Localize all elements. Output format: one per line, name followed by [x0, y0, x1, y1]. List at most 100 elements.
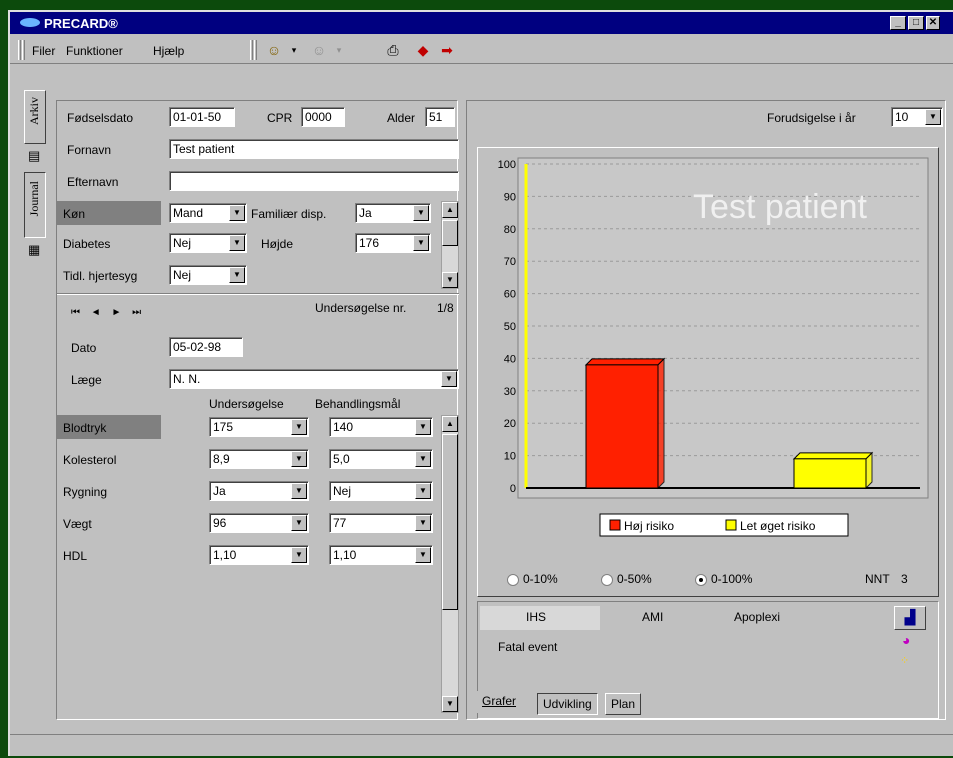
legend-swatch: [725, 519, 737, 531]
import-icon[interactable]: ◆: [414, 41, 432, 59]
scale-option-label: 0-10%: [523, 572, 558, 586]
chevron-down-icon[interactable]: ▼: [415, 515, 431, 531]
menu-functions[interactable]: Funktioner: [66, 44, 123, 58]
scatter-chart-icon[interactable]: ⁘: [900, 654, 909, 667]
exam-goal-select[interactable]: 5,0 ▼: [329, 449, 433, 469]
tab-grafer[interactable]: Grafer: [477, 691, 522, 713]
scroll-up-icon[interactable]: ▲: [442, 416, 458, 432]
outcome-ami[interactable]: AMI: [642, 610, 663, 624]
exam-goal-value: 77: [333, 516, 347, 530]
height-value: 176: [359, 236, 380, 250]
chevron-down-icon[interactable]: ▼: [291, 419, 307, 435]
cpr-field[interactable]: 0000: [301, 107, 345, 127]
pie-chart-icon[interactable]: ◕: [902, 632, 910, 648]
exam-goal-select[interactable]: 1,10 ▼: [329, 545, 433, 565]
height-select[interactable]: 176 ▼: [355, 233, 431, 253]
family-select[interactable]: Ja ▼: [355, 203, 431, 223]
birthdate-field[interactable]: 01-01-50: [169, 107, 235, 127]
exam-goal-select[interactable]: 77 ▼: [329, 513, 433, 533]
tab-plan[interactable]: Plan: [605, 693, 642, 715]
legend-label: Let øget risiko: [740, 519, 816, 533]
chart-title: Test patient: [693, 188, 867, 226]
chart-frame: 0 10 20 30 40 50 60 70 80 90 100 Test patient Høj ri…: [477, 147, 939, 597]
bar-side: [865, 451, 873, 490]
exam-row-label: Blodtryk: [63, 421, 107, 435]
chevron-down-icon[interactable]: ▼: [229, 235, 245, 251]
scale-radio-2[interactable]: [695, 574, 707, 586]
doctor-select[interactable]: N. N. ▼: [169, 369, 459, 389]
exam-exam-value: 8,9: [213, 452, 230, 466]
scroll-down-icon[interactable]: ▼: [442, 696, 458, 712]
scroll-down-icon[interactable]: ▼: [442, 272, 458, 288]
date-field[interactable]: 05-02-98: [169, 337, 243, 357]
sex-select[interactable]: Mand ▼: [169, 203, 247, 223]
exam-exam-select[interactable]: 8,9 ▼: [209, 449, 309, 469]
diabetes-select[interactable]: Nej ▼: [169, 233, 247, 253]
firstname-field[interactable]: Test patient: [169, 139, 459, 159]
chevron-down-icon[interactable]: ▼: [415, 451, 431, 467]
outcome-ihs[interactable]: IHS: [526, 610, 546, 624]
next-record-icon[interactable]: ►: [111, 307, 122, 318]
exam-scrollbar[interactable]: ▲ ▼: [441, 415, 459, 713]
prior-select[interactable]: Nej ▼: [169, 265, 247, 285]
chevron-down-icon[interactable]: ▼: [291, 483, 307, 499]
chevron-down-icon[interactable]: ▼: [291, 547, 307, 563]
patients-disabled-icon: ☺: [311, 42, 327, 58]
doctor-label: Læge: [71, 373, 102, 387]
chevron-down-icon[interactable]: ▼: [415, 547, 431, 563]
prev-record-icon[interactable]: ◄: [91, 307, 102, 318]
patient-scrollbar[interactable]: ▲ ▼: [441, 201, 459, 289]
first-record-icon[interactable]: ⏮: [71, 307, 81, 318]
menu-file[interactable]: Filer: [32, 44, 55, 58]
exam-exam-select[interactable]: 96 ▼: [209, 513, 309, 533]
tab-udvikling[interactable]: Udvikling: [537, 693, 598, 715]
age-label: Alder: [387, 111, 416, 125]
chevron-down-icon[interactable]: ▼: [441, 371, 457, 387]
export-icon[interactable]: ➡: [438, 41, 456, 59]
chevron-down-icon[interactable]: ▼: [925, 109, 941, 125]
bar-chart-icon[interactable]: ▟: [894, 606, 926, 630]
chevron-down-icon[interactable]: ▼: [415, 419, 431, 435]
chevron-down-icon[interactable]: ▼: [413, 235, 429, 251]
chevron-down-icon[interactable]: ▼: [229, 205, 245, 221]
chevron-down-icon[interactable]: ▼: [413, 205, 429, 221]
firstname-label: Fornavn: [67, 143, 112, 157]
chevron-down-icon[interactable]: ▼: [415, 483, 431, 499]
exam-number: 1/8: [437, 301, 454, 315]
age-field[interactable]: 51: [425, 107, 455, 127]
scroll-up-icon[interactable]: ▲: [442, 202, 458, 218]
date-label: Dato: [71, 341, 97, 355]
exam-exam-select[interactable]: 1,10 ▼: [209, 545, 309, 565]
scale-radio-1[interactable]: [601, 574, 613, 586]
maximize-button[interactable]: □: [908, 16, 924, 30]
legend-swatch: [609, 519, 621, 531]
forecast-select[interactable]: 10 ▼: [891, 107, 943, 127]
patient-panel: Fødselsdato 01-01-50 CPR 0000 Alder 51 F…: [56, 100, 459, 720]
patients-dropdown-icon[interactable]: ▾: [285, 41, 303, 59]
print-icon[interactable]: ⎙: [384, 41, 402, 59]
last-record-icon[interactable]: ⏭: [132, 307, 142, 318]
chevron-down-icon[interactable]: ▼: [229, 267, 245, 283]
close-button[interactable]: ✕: [926, 16, 940, 30]
lastname-field[interactable]: [169, 171, 459, 191]
chevron-down-icon[interactable]: ▼: [291, 451, 307, 467]
col-exam-header: Undersøgelse: [209, 397, 284, 411]
bar: [585, 364, 659, 489]
scroll-thumb[interactable]: [442, 220, 458, 246]
exam-goal-select[interactable]: Nej ▼: [329, 481, 433, 501]
exam-goal-select[interactable]: 140 ▼: [329, 417, 433, 437]
minimize-button[interactable]: _: [890, 16, 906, 30]
tab-journal[interactable]: Journal: [24, 172, 46, 238]
outcome-apoplexi[interactable]: Apoplexi: [734, 610, 780, 624]
risk-chart: 0 10 20 30 40 50 60 70 80 90 100 Test patient Høj ri…: [480, 150, 936, 594]
chevron-down-icon[interactable]: ▼: [291, 515, 307, 531]
scroll-thumb[interactable]: [442, 434, 458, 610]
exam-exam-value: 96: [213, 516, 227, 530]
menu-help[interactable]: Hjælp: [153, 44, 184, 58]
tab-arkiv[interactable]: Arkiv: [24, 90, 46, 144]
patients-icon[interactable]: ☺: [265, 41, 283, 59]
exam-exam-select[interactable]: Ja ▼: [209, 481, 309, 501]
exam-exam-select[interactable]: 175 ▼: [209, 417, 309, 437]
record-navigator: ⏮ ◄ ► ⏭: [71, 307, 142, 318]
scale-radio-0[interactable]: [507, 574, 519, 586]
